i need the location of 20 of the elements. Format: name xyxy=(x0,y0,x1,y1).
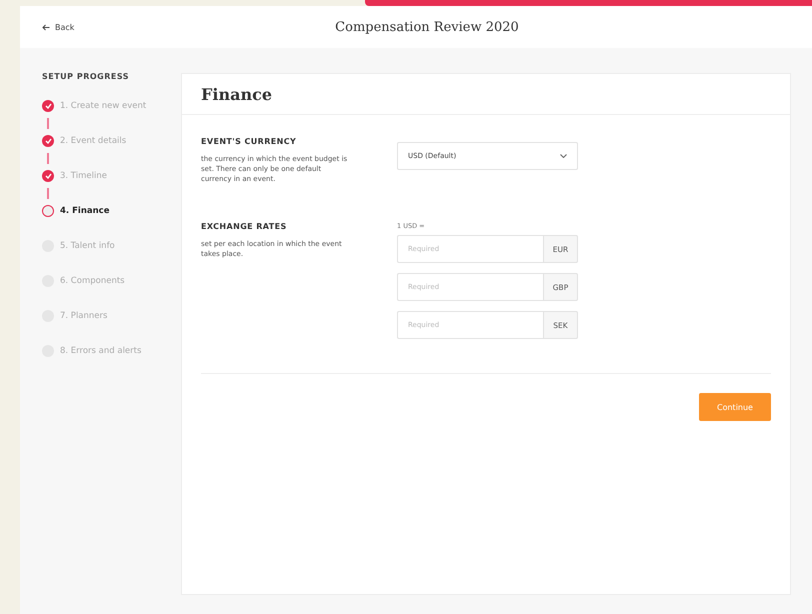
section-heading: EXCHANGE RATES xyxy=(201,222,288,231)
page-title: Compensation Review 2020 xyxy=(335,20,519,34)
section-heading: EVENT'S CURRENCY xyxy=(201,137,298,146)
step-label[interactable]: 7. Planners xyxy=(60,311,108,321)
step-label[interactable]: 4. Finance xyxy=(60,206,110,216)
step-label[interactable]: 5. Talent info xyxy=(60,241,115,251)
step-label[interactable]: 1. Create new event xyxy=(60,101,146,111)
step-label[interactable]: 3. Timeline xyxy=(60,171,107,181)
continue-button[interactable]: Continue xyxy=(699,393,771,421)
step-label[interactable]: 2. Event details xyxy=(60,136,126,146)
step-connector xyxy=(47,188,49,199)
back-arrow-icon xyxy=(42,24,50,30)
step-label[interactable]: 6. Components xyxy=(60,276,125,286)
sidebar-heading: SETUP PROGRESS xyxy=(42,72,130,81)
chevron-icon xyxy=(560,154,567,158)
card-title: Finance xyxy=(201,84,272,104)
step-connector xyxy=(47,118,49,129)
step-label[interactable]: 8. Errors and alerts xyxy=(60,346,142,356)
back-link[interactable]: Back xyxy=(42,22,74,32)
step-connector xyxy=(47,153,49,164)
